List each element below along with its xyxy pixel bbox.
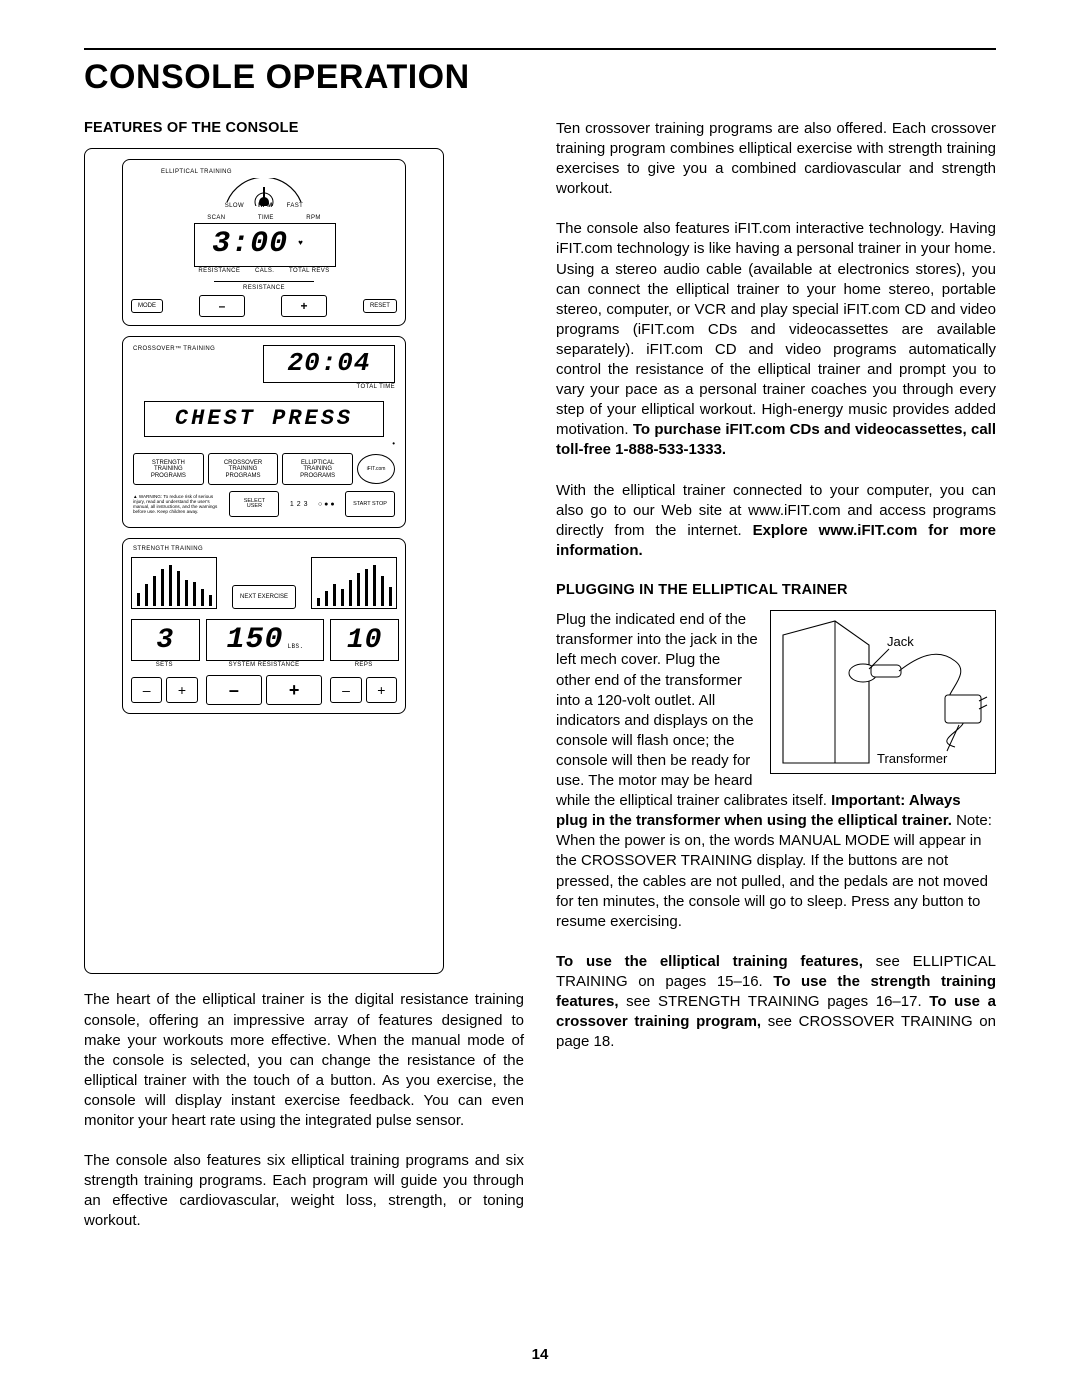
mode-button[interactable]: MODE bbox=[131, 299, 163, 313]
columns: FEATURES OF THE CONSOLE ELLIPTICAL TRAIN… bbox=[84, 119, 996, 1251]
reset-button[interactable]: RESET bbox=[363, 299, 397, 313]
page-title: CONSOLE OPERATION bbox=[84, 58, 996, 97]
crossover-programs-button[interactable]: CROSSOVER TRAINING PROGRAMS bbox=[208, 453, 279, 485]
sets-plus-button[interactable]: + bbox=[166, 677, 197, 703]
reps-minus-button[interactable]: – bbox=[330, 677, 361, 703]
resistance-plus-button[interactable]: + bbox=[281, 295, 327, 317]
start-stop-button[interactable]: START STOP bbox=[345, 491, 395, 517]
warning-text: WARNING: To reduce risk of serious injur… bbox=[133, 494, 217, 514]
resistance-label: RESISTANCE bbox=[214, 281, 314, 292]
plugging-subhead: PLUGGING IN THE ELLIPTICAL TRAINER bbox=[556, 581, 996, 600]
page: CONSOLE OPERATION FEATURES OF THE CONSOL… bbox=[0, 0, 1080, 1397]
strength-programs-button[interactable]: STRENGTH TRAINING PROGRAMS bbox=[133, 453, 204, 485]
rpm-slow: SLOW bbox=[225, 202, 244, 210]
console-diagram: ELLIPTICAL TRAINING SLOW RPM FAST bbox=[84, 148, 444, 974]
right-para-2: The console also features iFIT.com inter… bbox=[556, 219, 996, 460]
resistance-minus-button[interactable]: – bbox=[199, 295, 245, 317]
sysres-plus-button[interactable]: + bbox=[266, 675, 322, 705]
right-column: Ten crossover training programs are also… bbox=[556, 119, 996, 1251]
sets-display: 3 bbox=[156, 622, 174, 660]
indicator-dots: ○ ● ● bbox=[318, 500, 335, 509]
ifit-button[interactable]: iFIT.com bbox=[357, 454, 395, 484]
top-rule bbox=[84, 48, 996, 50]
next-exercise-button[interactable]: NEXT EXERCISE bbox=[232, 585, 296, 609]
crossover-panel: CROSSOVER™ TRAINING 20:04 TOTAL TIME CHE… bbox=[122, 336, 406, 529]
right-para-1: Ten crossover training programs are also… bbox=[556, 119, 996, 199]
features-subhead: FEATURES OF THE CONSOLE bbox=[84, 119, 524, 138]
left-column: FEATURES OF THE CONSOLE ELLIPTICAL TRAIN… bbox=[84, 119, 524, 1251]
reps-plus-button[interactable]: + bbox=[366, 677, 397, 703]
chest-press-display: CHEST PRESS bbox=[175, 404, 353, 433]
elliptical-programs-button[interactable]: ELLIPTICAL TRAINING PROGRAMS bbox=[282, 453, 353, 485]
left-para-2: The console also features six elliptical… bbox=[84, 1151, 524, 1231]
sysres-display: 150 bbox=[226, 620, 283, 660]
jack-label: Jack bbox=[887, 633, 914, 650]
right-para-3: With the elliptical trainer connected to… bbox=[556, 481, 996, 561]
sysres-minus-button[interactable]: – bbox=[206, 675, 262, 705]
rpm-label: RPM bbox=[258, 202, 273, 210]
rpm-fast: FAST bbox=[287, 202, 304, 210]
right-para-5: To use the elliptical training features,… bbox=[556, 952, 996, 1052]
crossover-display: 20:04 bbox=[287, 346, 370, 381]
strength-panel: STRENGTH TRAINING NEXT EXERCISE bbox=[122, 538, 406, 714]
elliptical-display: 3:00 bbox=[212, 224, 288, 264]
elliptical-label: ELLIPTICAL TRAINING bbox=[161, 168, 232, 176]
right-para-4: Jack Transformer Plug the indicated end … bbox=[556, 610, 996, 932]
workout-profile-icon bbox=[131, 557, 217, 609]
dot-icon: • bbox=[392, 439, 395, 448]
select-user-button[interactable]: SELECT USER bbox=[229, 491, 279, 517]
left-para-1: The heart of the elliptical trainer is t… bbox=[84, 990, 524, 1131]
jack-figure: Jack Transformer bbox=[770, 610, 996, 774]
transformer-label: Transformer bbox=[877, 750, 947, 767]
sets-minus-button[interactable]: – bbox=[131, 677, 162, 703]
total-time-label: TOTAL TIME bbox=[263, 383, 395, 391]
crossover-label: CROSSOVER™ TRAINING bbox=[133, 345, 223, 353]
page-number: 14 bbox=[0, 1346, 1080, 1363]
reps-display: 10 bbox=[347, 622, 383, 660]
transformer-diagram-icon bbox=[777, 617, 989, 767]
elliptical-panel: ELLIPTICAL TRAINING SLOW RPM FAST bbox=[122, 159, 406, 325]
strength-label: STRENGTH TRAINING bbox=[133, 545, 203, 553]
heart-icon: ♥ bbox=[298, 239, 304, 250]
workout-profile-icon-2 bbox=[311, 557, 397, 609]
